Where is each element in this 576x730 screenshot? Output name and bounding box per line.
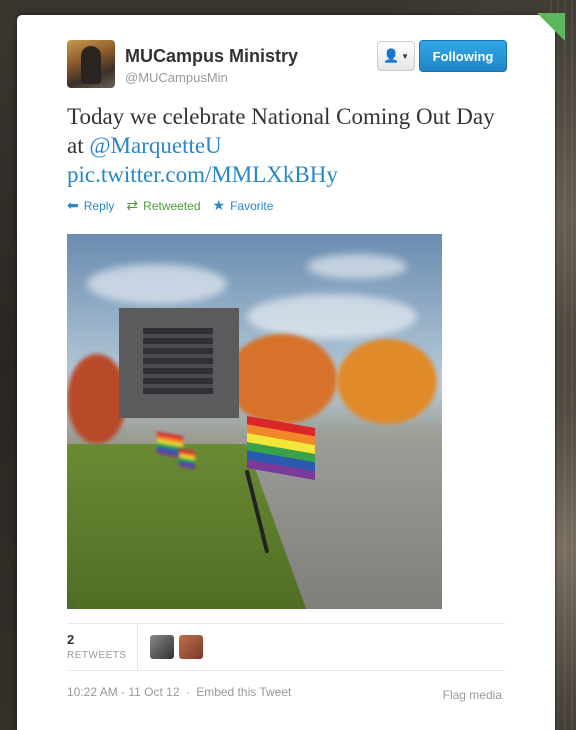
building [119, 308, 239, 418]
retweet-stat[interactable]: 2 RETWEETS [67, 632, 127, 661]
retweet-label: Retweeted [143, 198, 201, 213]
retweeter-avatar[interactable] [150, 635, 174, 659]
embed-link[interactable]: Embed this Tweet [196, 685, 291, 699]
reply-icon: ⬅ [67, 197, 79, 213]
favorite-label: Favorite [230, 198, 274, 213]
user-actions-dropdown[interactable]: 👤 ▼ [377, 41, 415, 71]
tweet-actions: ⬅ Reply ⇄ Retweeted ★ Favorite [67, 197, 273, 214]
meta-separator: · [185, 685, 190, 699]
person-icon: 👤 [382, 48, 400, 63]
tweet-photo[interactable] [67, 234, 442, 609]
retweet-button[interactable]: ⇄ Retweeted [126, 197, 200, 214]
flag-media-link[interactable]: Flag media [443, 688, 502, 702]
display-name[interactable]: MUCampus Ministry [125, 46, 298, 67]
tweet-card: MUCampus Ministry @MUCampusMin 👤 ▼ Follo… [17, 13, 565, 730]
corner-tab[interactable] [537, 13, 565, 41]
retweet-icon: ⇄ [126, 197, 139, 213]
avatar[interactable] [67, 40, 115, 88]
retweet-count: 2 [67, 632, 75, 647]
user-handle[interactable]: @MUCampusMin [125, 70, 228, 85]
reply-button[interactable]: ⬅ Reply [67, 197, 114, 214]
tweet-text: Today we celebrate National Coming Out D… [67, 102, 507, 189]
caret-down-icon: ▼ [401, 51, 410, 61]
following-button[interactable]: Following [419, 40, 507, 72]
retweet-count-label: RETWEETS [67, 650, 127, 661]
mention-link[interactable]: @MarquetteU [89, 133, 221, 158]
star-icon: ★ [212, 197, 226, 213]
retweeter-avatar[interactable] [179, 635, 203, 659]
favorite-button[interactable]: ★ Favorite [213, 197, 274, 214]
timestamp[interactable]: 10:22 AM - 11 Oct 12 [67, 685, 180, 699]
stats-divider [137, 624, 138, 670]
tweet-stats: 2 RETWEETS [67, 623, 505, 671]
tweet-meta: 10:22 AM - 11 Oct 12 · Embed this Tweet [67, 685, 291, 699]
reply-label: Reply [83, 198, 115, 213]
media-link[interactable]: pic.twitter.com/MMLXkBHy [67, 162, 338, 187]
